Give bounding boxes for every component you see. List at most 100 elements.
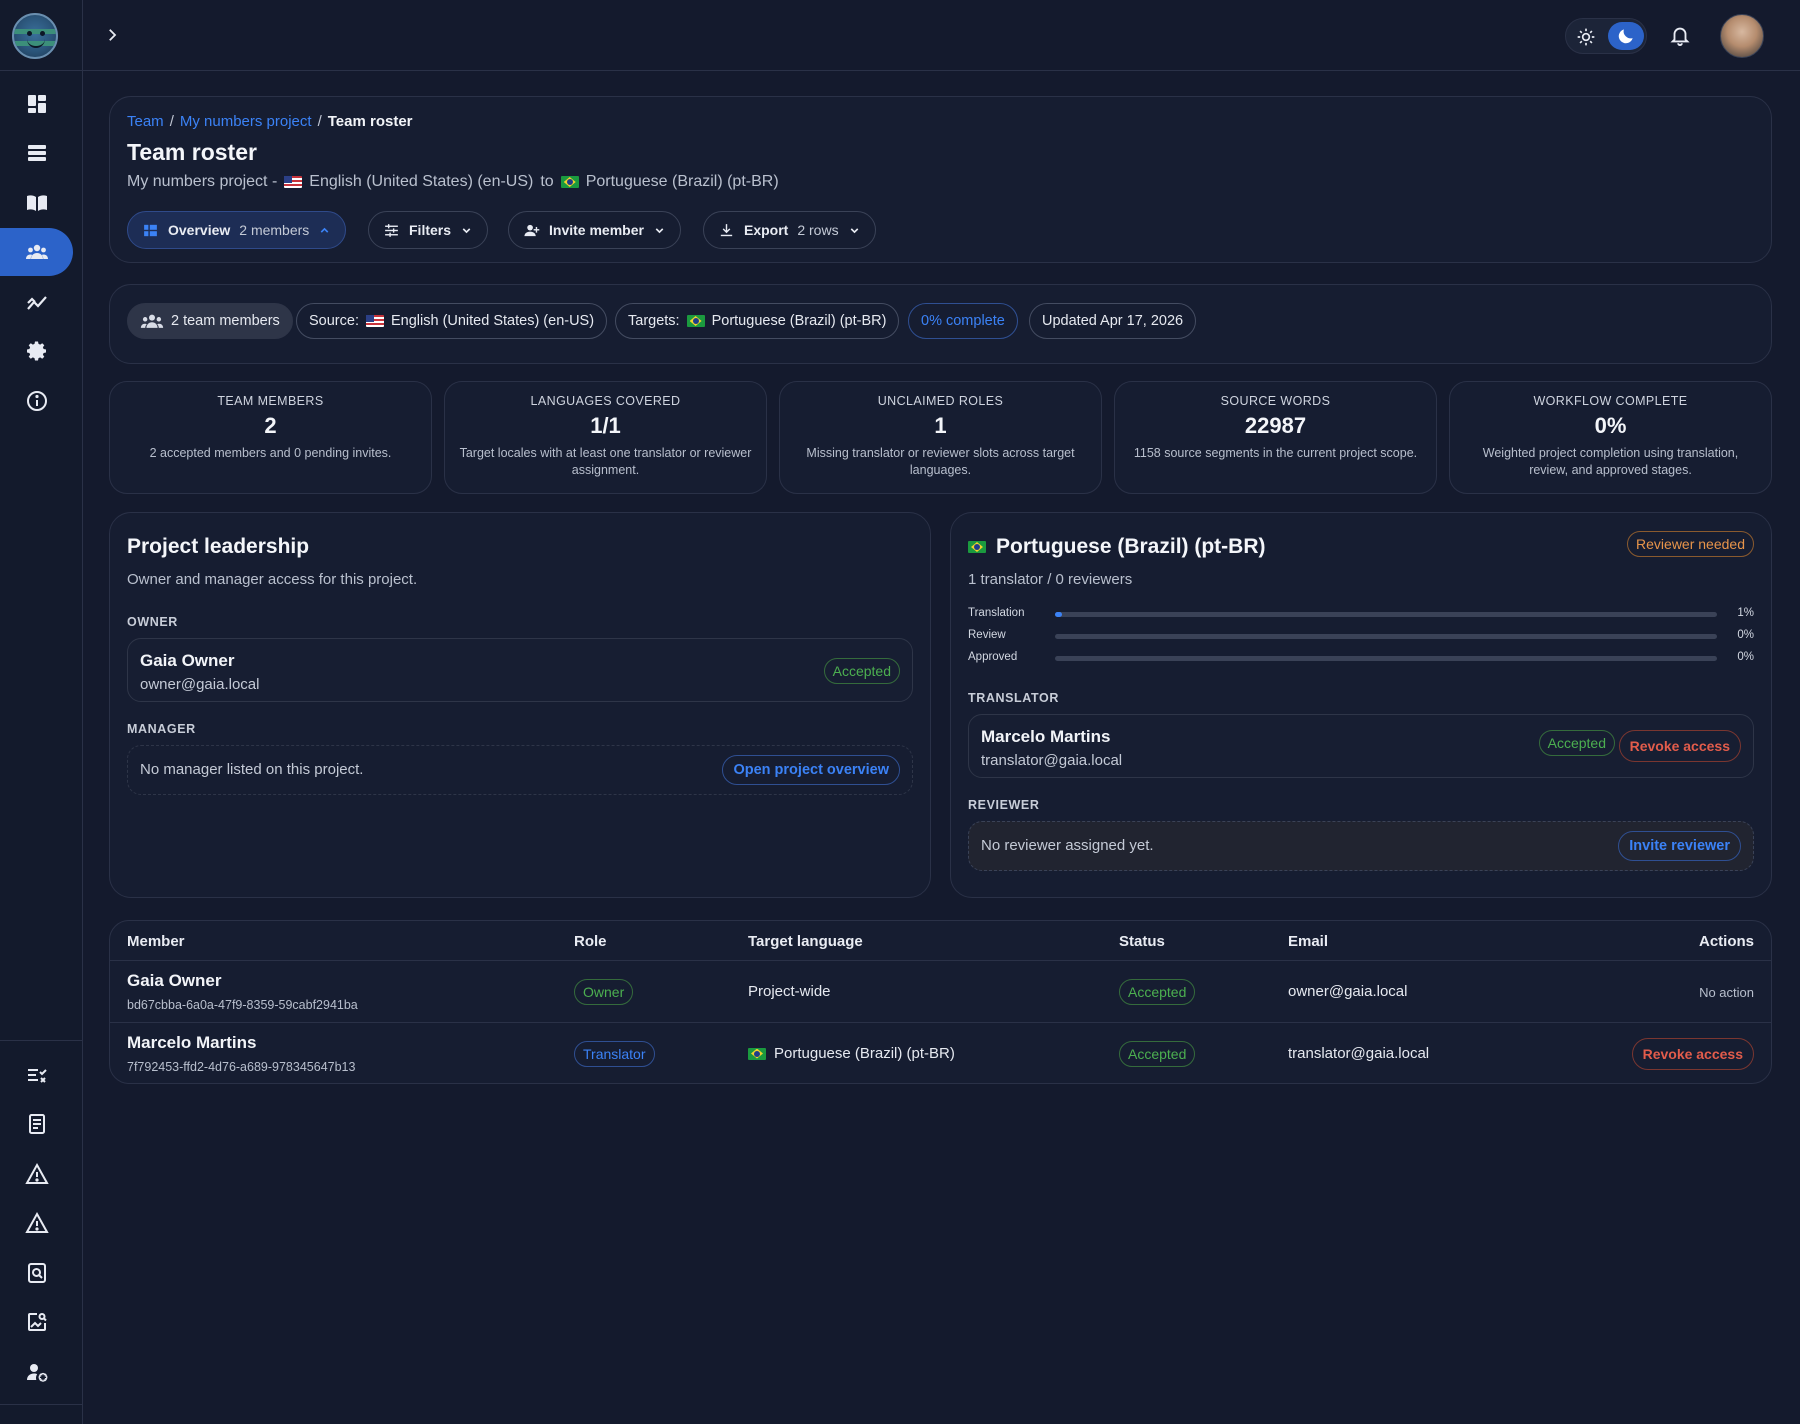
settings-gear-icon[interactable] xyxy=(0,327,73,375)
reviewer-empty-text: No reviewer assigned yet. xyxy=(981,837,1154,854)
column-header-target-language[interactable]: Target language xyxy=(748,933,863,950)
brazil-flag-icon xyxy=(686,315,705,327)
no-action-text: No action xyxy=(1699,985,1754,1000)
progress-track xyxy=(1055,612,1717,617)
stat-value: 0% xyxy=(1594,413,1627,438)
source-chip-value: English (United States) (en-US) xyxy=(390,313,595,329)
book-icon[interactable] xyxy=(0,179,73,227)
header-card: Team / My numbers project / Team roster … xyxy=(109,96,1772,263)
translator-card: Marcelo Martins translator@gaia.local Ac… xyxy=(968,714,1754,778)
language-name: Portuguese (Brazil) (pt-BR) xyxy=(996,535,1266,558)
page-title: Team roster xyxy=(127,139,257,165)
table-row[interactable]: Marcelo Martins 7f792453-ffd2-4d76-a689-… xyxy=(110,1022,1771,1083)
analytics-icon[interactable] xyxy=(0,278,73,326)
member-id: 7f792453-ffd2-4d76-a689-978345647b13 xyxy=(127,1060,356,1074)
filters-button[interactable]: Filters xyxy=(368,211,489,249)
stat-value: 1/1 xyxy=(590,413,621,438)
revoke-access-button[interactable]: Revoke access xyxy=(1631,1038,1754,1070)
search-document-icon[interactable] xyxy=(0,1249,73,1297)
team-icon[interactable] xyxy=(0,228,73,276)
manager-empty-text: No manager listed on this project. xyxy=(140,761,364,778)
reviewer-needed-badge: Reviewer needed xyxy=(1627,531,1754,557)
stat-source-words: SOURCE WORDS 22987 1158 source segments … xyxy=(1114,381,1437,494)
subtitle-project: My numbers project - xyxy=(127,173,278,190)
translator-name: Marcelo Martins xyxy=(981,727,1111,746)
completion-chip: 0% complete xyxy=(908,303,1018,339)
column-header-role[interactable]: Role xyxy=(574,933,607,950)
team-members-chip-label: 2 team members xyxy=(171,313,280,329)
export-count: 2 rows xyxy=(797,222,839,238)
theme-toggle[interactable] xyxy=(1565,18,1647,54)
stat-workflow-complete: WORKFLOW COMPLETE 0% Weighted project co… xyxy=(1449,381,1772,494)
report-icon[interactable] xyxy=(0,1100,73,1148)
warning-icon[interactable] xyxy=(0,1150,73,1198)
stat-value: 22987 xyxy=(1244,413,1307,438)
user-avatar[interactable] xyxy=(1720,14,1764,58)
stat-label: LANGUAGES COVERED xyxy=(530,394,681,408)
role-badge: Translator xyxy=(574,1041,655,1067)
revoke-access-button[interactable]: Revoke access xyxy=(1618,730,1741,762)
overview-button[interactable]: Overview 2 members xyxy=(127,211,347,249)
breadcrumb-separator: / xyxy=(169,113,174,130)
targets-chip-value: Portuguese (Brazil) (pt-BR) xyxy=(711,313,887,329)
column-header-member[interactable]: Member xyxy=(127,933,185,950)
invite-member-button[interactable]: Invite member xyxy=(508,211,681,249)
owner-name: Gaia Owner xyxy=(140,651,235,670)
stat-value: 1 xyxy=(934,413,947,438)
app-logo[interactable] xyxy=(12,13,58,59)
us-flag-icon xyxy=(365,315,384,327)
column-header-email[interactable]: Email xyxy=(1288,933,1328,950)
language-summary: 1 translator / 0 reviewers xyxy=(968,571,1133,588)
invite-member-label: Invite member xyxy=(549,222,644,238)
email-cell: owner@gaia.local xyxy=(1288,983,1408,1000)
email-cell: translator@gaia.local xyxy=(1288,1045,1430,1062)
breadcrumb-separator: / xyxy=(317,113,322,130)
column-header-status[interactable]: Status xyxy=(1119,933,1165,950)
moon-icon[interactable] xyxy=(1608,22,1644,50)
table-row[interactable]: Gaia Owner bd67cbba-6a0a-47f9-8359-59cab… xyxy=(110,960,1771,1022)
export-button[interactable]: Export 2 rows xyxy=(703,211,876,249)
chevron-right-icon xyxy=(109,29,117,41)
chevron-up-icon xyxy=(320,227,329,233)
project-leadership-card: Project leadership Owner and manager acc… xyxy=(109,512,931,898)
notification-bell-icon[interactable] xyxy=(1669,24,1691,46)
user-settings-icon[interactable] xyxy=(0,1348,73,1396)
list-icon[interactable] xyxy=(0,129,73,177)
filters-label: Filters xyxy=(409,222,452,238)
leadership-title: Project leadership xyxy=(127,535,310,558)
translator-status-badge: Accepted xyxy=(1538,730,1615,756)
translator-email: translator@gaia.local xyxy=(981,752,1123,769)
team-members-table: Member Role Target language Status Email… xyxy=(109,920,1772,1084)
dashboard-icon[interactable] xyxy=(0,80,73,128)
sidebar-divider xyxy=(0,1040,83,1041)
checklist-icon[interactable] xyxy=(0,1051,73,1099)
breadcrumb-team-link[interactable]: Team xyxy=(127,113,164,130)
breadcrumb-current: Team roster xyxy=(327,113,413,130)
stat-description: 2 accepted members and 0 pending invites… xyxy=(149,446,392,460)
brazil-flag-icon xyxy=(968,541,986,553)
overview-count: 2 members xyxy=(239,222,310,238)
top-bar xyxy=(83,0,1800,71)
alert-icon[interactable] xyxy=(0,1199,73,1247)
target-language-cell: Project-wide xyxy=(748,983,831,1000)
sidebar-divider xyxy=(0,70,83,71)
status-badge: Accepted xyxy=(1119,979,1196,1005)
stat-label: UNCLAIMED ROLES xyxy=(877,394,1004,408)
stat-description: Missing translator or reviewer slots acr… xyxy=(806,446,1075,477)
breadcrumb-project-link[interactable]: My numbers project xyxy=(180,113,312,130)
open-project-overview-button[interactable]: Open project overview xyxy=(722,755,900,785)
stat-description: Target locales with at least one transla… xyxy=(459,446,752,477)
owner-email: owner@gaia.local xyxy=(140,676,260,693)
member-name: Gaia Owner xyxy=(127,971,222,990)
subtitle-target-language: Portuguese (Brazil) (pt-BR) xyxy=(585,173,779,190)
sun-icon[interactable] xyxy=(1576,27,1596,47)
member-id: bd67cbba-6a0a-47f9-8359-59cabf2941ba xyxy=(127,998,358,1012)
image-search-icon[interactable] xyxy=(0,1298,73,1346)
manager-label: MANAGER xyxy=(127,722,196,736)
subtitle-to: to xyxy=(540,173,554,190)
info-icon[interactable] xyxy=(0,377,73,425)
subtitle-source-language: English (United States) (en-US) xyxy=(309,173,534,190)
stat-languages-covered: LANGUAGES COVERED 1/1 Target locales wit… xyxy=(444,381,767,494)
expand-sidebar-button[interactable] xyxy=(101,24,123,46)
invite-reviewer-button[interactable]: Invite reviewer xyxy=(1618,831,1741,861)
